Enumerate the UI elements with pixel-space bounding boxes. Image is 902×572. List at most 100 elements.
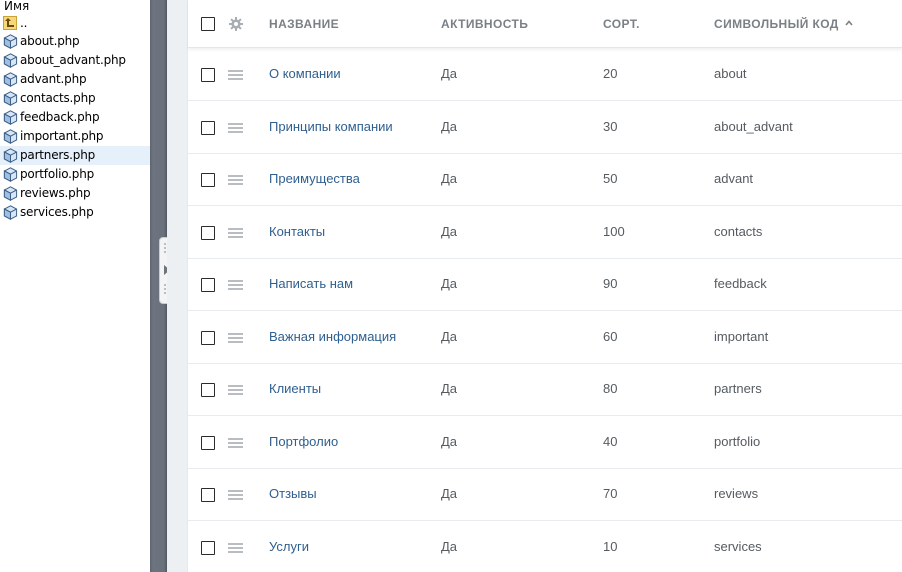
table-row: Отзывы Да 70 reviews — [188, 469, 902, 521]
column-header-name[interactable]: НАЗВАНИЕ — [269, 17, 339, 31]
file-row[interactable]: advant.php — [0, 70, 150, 89]
cell-active: Да — [441, 276, 458, 291]
row-checkbox[interactable] — [201, 435, 215, 450]
drag-handle-icon[interactable] — [228, 70, 243, 80]
cell-code: reviews — [714, 486, 759, 501]
cell-active: Да — [441, 538, 458, 554]
cell-active: Да — [441, 328, 458, 344]
drag-handle-icon[interactable] — [228, 490, 243, 500]
cell-active: Да — [441, 433, 458, 449]
cell-code: about — [714, 66, 747, 81]
cell-code: portfolio — [714, 433, 761, 449]
file-row[interactable]: important.php — [0, 127, 150, 146]
cell-sort: 50 — [603, 171, 618, 186]
drag-handle-icon[interactable] — [228, 385, 243, 395]
table-row: Написать нам Да 90 feedback — [188, 259, 902, 311]
cell-sort: 20 — [603, 66, 618, 81]
file-row-parent[interactable]: .. — [0, 14, 150, 32]
up-folder-icon — [3, 16, 17, 30]
php-file-icon — [3, 53, 18, 68]
cell-sort: 30 — [603, 118, 618, 134]
php-file-icon — [3, 186, 18, 201]
row-checkbox[interactable] — [201, 330, 215, 345]
select-all-checkbox[interactable] — [201, 17, 215, 31]
drag-handle-icon[interactable] — [228, 122, 243, 133]
php-file-icon — [3, 148, 18, 163]
file-row[interactable]: portfolio.php — [0, 165, 150, 184]
cell-code: services — [714, 538, 762, 554]
row-checkbox[interactable] — [201, 278, 215, 292]
file-row[interactable]: partners.php — [0, 146, 150, 165]
row-checkbox[interactable] — [201, 120, 215, 135]
cell-name-link[interactable]: Отзывы — [269, 486, 317, 501]
cell-code: about_advant — [714, 118, 793, 134]
cell-name-link[interactable]: О компании — [269, 66, 341, 81]
cell-name-link[interactable]: Портфолио — [269, 434, 338, 449]
drag-handle-icon[interactable] — [228, 542, 243, 553]
column-header-sort[interactable]: СОРТ. — [603, 17, 640, 31]
file-name: contacts.php — [20, 91, 96, 105]
file-name: advant.php — [20, 72, 87, 86]
cell-sort: 80 — [603, 381, 618, 396]
drag-handle-icon[interactable] — [228, 280, 243, 290]
cell-name-link[interactable]: Контакты — [269, 224, 325, 239]
row-checkbox[interactable] — [201, 540, 215, 555]
cell-sort: 10 — [603, 538, 618, 554]
file-name: partners.php — [20, 148, 96, 162]
cell-code: feedback — [714, 276, 767, 291]
row-checkbox[interactable] — [201, 173, 215, 187]
cell-sort: 100 — [603, 223, 625, 239]
drag-handle-icon[interactable] — [228, 437, 243, 448]
cell-active: Да — [441, 118, 458, 134]
cell-active: Да — [441, 223, 458, 239]
file-name: services.php — [20, 205, 94, 219]
row-checkbox[interactable] — [201, 225, 215, 240]
file-row[interactable]: feedback.php — [0, 108, 150, 127]
table-row: Контакты Да 100 contacts — [188, 207, 902, 259]
cell-sort: 60 — [603, 328, 618, 344]
drag-handle-icon[interactable] — [228, 227, 243, 238]
drag-handle-icon[interactable] — [228, 332, 243, 343]
table-row: Портфолио Да 40 portfolio — [188, 417, 902, 469]
cell-name-link[interactable]: Услуги — [269, 539, 309, 554]
cell-name-link[interactable]: Клиенты — [269, 381, 321, 396]
cell-code: contacts — [714, 223, 763, 239]
gear-icon[interactable] — [229, 17, 243, 31]
table-row: Принципы компании Да 30 about_advant — [188, 102, 902, 154]
file-row[interactable]: reviews.php — [0, 184, 150, 203]
cell-name-link[interactable]: Написать нам — [269, 276, 353, 291]
cell-name-link[interactable]: Важная информация — [269, 329, 396, 344]
cell-code: important — [714, 328, 769, 344]
php-file-icon — [3, 72, 18, 87]
file-name: important.php — [20, 129, 104, 143]
file-name: about_advant.php — [20, 53, 126, 67]
cell-active: Да — [441, 66, 458, 81]
elements-table: НАЗВАНИЕ АКТИВНОСТЬ СОРТ. СИМВОЛЬНЫЙ КОД… — [187, 0, 902, 572]
column-header-code[interactable]: СИМВОЛЬНЫЙ КОД — [714, 17, 853, 31]
row-checkbox[interactable] — [201, 68, 215, 82]
cell-name-link[interactable]: Преимущества — [269, 171, 360, 186]
php-file-icon — [3, 34, 18, 49]
row-checkbox[interactable] — [201, 488, 215, 502]
file-row[interactable]: about_advant.php — [0, 51, 150, 70]
file-row[interactable]: services.php — [0, 203, 150, 222]
table-row: Преимущества Да 50 advant — [188, 154, 902, 206]
drag-handle-icon[interactable] — [228, 175, 243, 185]
cell-name-link[interactable]: Принципы компании — [269, 119, 393, 134]
file-row[interactable]: contacts.php — [0, 89, 150, 108]
file-column-header[interactable]: Имя — [0, 0, 150, 14]
cell-sort: 90 — [603, 276, 618, 291]
file-pane: Имя .. about.php about_advant.php advant.p… — [0, 0, 150, 572]
cell-code: partners — [714, 381, 762, 396]
file-name: .. — [20, 16, 28, 30]
column-header-active[interactable]: АКТИВНОСТЬ — [441, 17, 528, 31]
file-row[interactable]: about.php — [0, 32, 150, 51]
php-file-icon — [3, 167, 18, 182]
content-gutter — [167, 0, 187, 572]
row-checkbox[interactable] — [201, 383, 215, 397]
file-name: about.php — [20, 34, 80, 48]
sort-ascending-icon — [845, 20, 853, 26]
cell-active: Да — [441, 171, 458, 186]
cell-active: Да — [441, 486, 458, 501]
php-file-icon — [3, 91, 18, 106]
